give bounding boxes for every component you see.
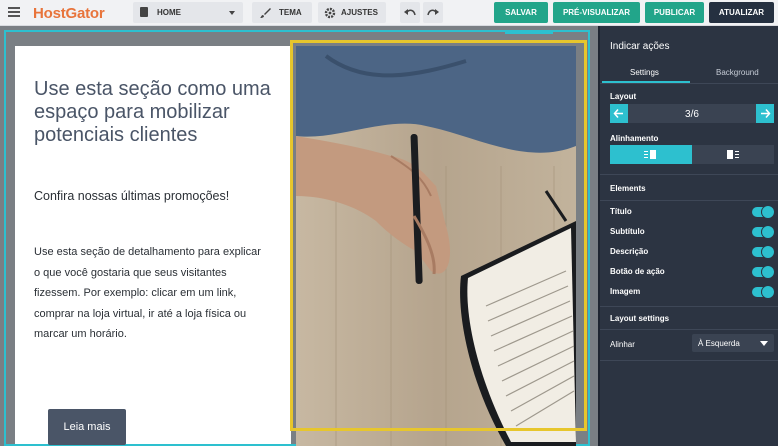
undo-icon (404, 9, 416, 16)
align-dropdown[interactable]: À Esquerda (692, 334, 774, 352)
redo-button[interactable] (423, 2, 443, 23)
gear-icon (324, 7, 336, 19)
element-label: Botão de ação (610, 267, 665, 276)
brush-icon (260, 8, 271, 18)
align-right-option[interactable] (692, 145, 774, 164)
tab-settings[interactable]: Settings (630, 68, 659, 77)
divider (600, 174, 778, 175)
panel-title: Indicar ações (610, 41, 670, 52)
read-more-button[interactable]: Leia mais (48, 409, 126, 445)
save-button[interactable]: SALVAR (494, 2, 548, 23)
element-toggle-cta[interactable] (752, 266, 774, 278)
align-label: Alinhar (610, 340, 635, 349)
arrow-right-icon (761, 109, 771, 118)
page-icon (140, 7, 148, 17)
section-subtitle[interactable]: Confira nossas últimas promoções! (34, 187, 254, 206)
divider (600, 329, 778, 330)
settings-button[interactable]: AJUSTES (318, 2, 386, 23)
undo-button[interactable] (400, 2, 420, 23)
element-toggle-description[interactable] (752, 246, 774, 258)
publish-button[interactable]: PUBLICAR (645, 2, 704, 23)
top-toolbar: HostGator HOME TEMA AJUSTES SALVAR PRÉ-V… (0, 0, 778, 26)
elements-label: Elements (610, 184, 646, 193)
element-label: Descrição (610, 247, 649, 256)
settings-button-label: AJUSTES (341, 8, 378, 17)
element-toggle-title[interactable] (752, 206, 774, 218)
align-text-left-icon (644, 150, 656, 159)
alignment-label: Alinhamento (610, 134, 659, 143)
tab-background[interactable]: Background (716, 68, 759, 77)
element-row-cta: Botão de ação (610, 266, 774, 278)
image-selection-frame (290, 40, 587, 431)
arrow-left-icon (613, 109, 623, 118)
divider (600, 200, 778, 201)
divider (600, 360, 778, 361)
theme-button-label: TEMA (279, 8, 302, 17)
preview-button[interactable]: PRÉ-VISUALIZAR (553, 2, 640, 23)
layout-stepper: 3/6 (610, 104, 774, 123)
layout-next-button[interactable] (756, 104, 774, 123)
settings-panel: Indicar ações Settings Background Layout… (598, 26, 778, 446)
element-label: Título (610, 207, 632, 216)
theme-button[interactable]: TEMA (252, 2, 312, 23)
element-row-description: Descrição (610, 246, 774, 258)
element-row-subtitle: Subtítulo (610, 226, 774, 238)
layout-label: Layout (610, 92, 637, 101)
menu-icon[interactable] (8, 7, 20, 17)
align-left-option[interactable] (610, 145, 692, 164)
chevron-down-icon (760, 341, 768, 346)
page-select[interactable]: HOME (133, 2, 243, 23)
element-toggle-subtitle[interactable] (752, 226, 774, 238)
element-row-image: Imagem (610, 286, 774, 298)
page-select-label: HOME (157, 8, 181, 17)
element-label: Imagem (610, 287, 641, 296)
chevron-down-icon (229, 11, 235, 15)
update-button[interactable]: ATUALIZAR (709, 2, 774, 23)
section-title[interactable]: Use esta seção como uma espaço para mobi… (34, 78, 274, 147)
element-label: Subtítulo (610, 227, 645, 236)
element-row-title: Título (610, 206, 774, 218)
layout-prev-button[interactable] (610, 104, 628, 123)
layout-value: 3/6 (685, 109, 699, 120)
align-text-right-icon (727, 150, 739, 159)
alignment-toggle (610, 145, 774, 164)
redo-icon (427, 9, 439, 16)
align-dropdown-value: À Esquerda (698, 339, 740, 348)
layout-settings-label: Layout settings (610, 314, 670, 323)
active-tab-indicator (602, 81, 690, 83)
element-toggle-image[interactable] (752, 286, 774, 298)
divider (600, 306, 778, 307)
brand-logo: HostGator (33, 5, 105, 22)
section-description[interactable]: Use esta seção de detalhamento para expl… (34, 242, 264, 345)
